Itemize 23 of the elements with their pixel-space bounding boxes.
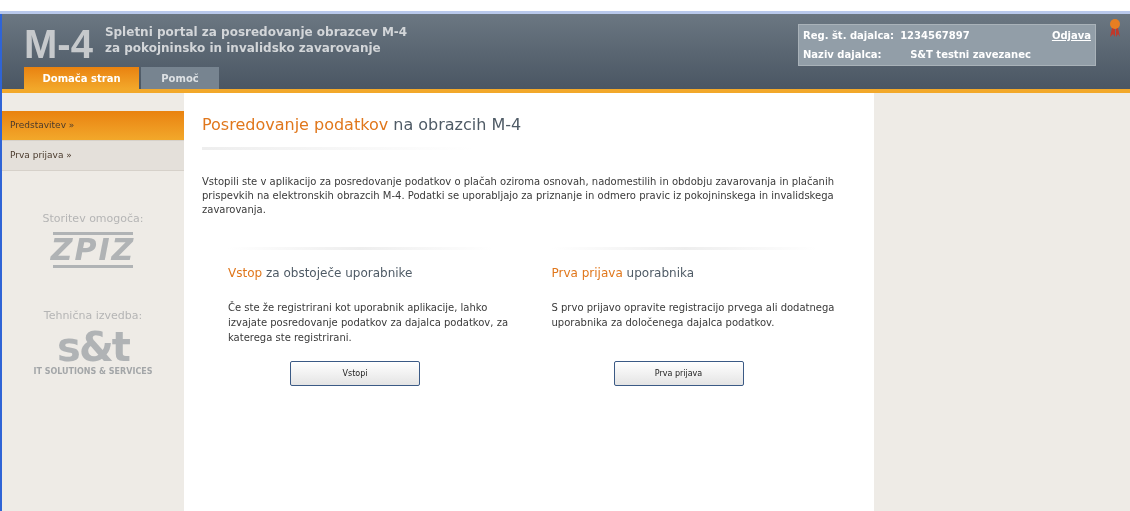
- sponsor-caption: Tehnična izvedba:: [43, 307, 143, 324]
- field-label: Naziv dajalca:: [803, 48, 883, 62]
- portal-title: za pokojninsko in invalidsko zavarovanje: [104, 40, 382, 56]
- sidebar-item[interactable]: Prva prijava »: [2, 141, 184, 171]
- page-heading: Posredovanje podatkov na obrazcih M-4: [202, 114, 523, 136]
- logo: s&t IT SOLUTIONS & SERVICES: [33, 328, 153, 378]
- sponsor-caption: Storitev omogoča:: [42, 211, 144, 227]
- panel-text: S prvo prijavo opravite registracijo prvega ali dodatnega uporabnika za določenega dajalca podatkov.: [551, 301, 836, 330]
- field-label: Reg. št. dajalca:: [803, 29, 895, 43]
- intro-text: Vstopili ste v aplikacijo za posredovanje podatkov o plačah oziroma osnovah, nadomestilih in obdobju zavarovanja in plačanih prispevkih na elektronskih obrazcih M-4. Podatki se uporabljajo za priznanje in odmero pravic iz pokojninskega in invalidskega zavarovanja.: [202, 175, 835, 217]
- field-value: 1234567897: [900, 29, 971, 43]
- field-value: S&T testni zavezanec: [909, 48, 1032, 62]
- panel-text: Če ste že registrirani kot uporabnik aplikacije, lahko izvajate posredovanje podatkov za dajalca podatkov, za katerega ste registrirani.: [228, 300, 509, 345]
- action-button[interactable]: Vstopi: [290, 361, 420, 386]
- nav-tab[interactable]: Pomoč: [141, 67, 219, 89]
- action-button[interactable]: Prva prijava: [613, 361, 744, 386]
- logout-link[interactable]: Odjava: [1051, 28, 1091, 43]
- logo: M-4: [24, 24, 93, 64]
- panel-heading: Vstop za obstoječe uporabnike: [228, 265, 414, 282]
- ribbon-icon: [1108, 18, 1122, 38]
- panel-heading: Prva prijava uporabnika: [551, 265, 696, 282]
- portal-title: Spletni portal za posredovanje obrazcev M-4: [104, 24, 408, 40]
- sidebar-item[interactable]: Predstavitev »: [2, 111, 184, 141]
